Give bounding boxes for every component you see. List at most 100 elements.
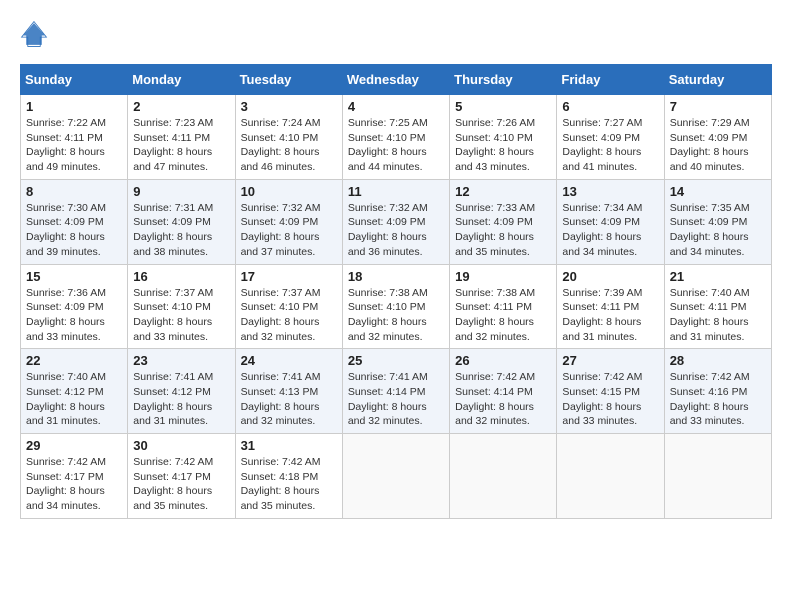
calendar-cell: 20 Sunrise: 7:39 AMSunset: 4:11 PMDaylig… (557, 264, 664, 349)
day-number: 21 (670, 269, 766, 284)
cell-info: Sunrise: 7:41 AMSunset: 4:14 PMDaylight:… (348, 371, 428, 427)
calendar-cell: 15 Sunrise: 7:36 AMSunset: 4:09 PMDaylig… (21, 264, 128, 349)
day-header-tuesday: Tuesday (235, 65, 342, 95)
day-number: 11 (348, 184, 444, 199)
week-row-5: 29 Sunrise: 7:42 AMSunset: 4:17 PMDaylig… (21, 434, 772, 519)
calendar-cell: 27 Sunrise: 7:42 AMSunset: 4:15 PMDaylig… (557, 349, 664, 434)
day-number: 1 (26, 99, 122, 114)
day-number: 8 (26, 184, 122, 199)
week-row-1: 1 Sunrise: 7:22 AMSunset: 4:11 PMDayligh… (21, 95, 772, 180)
page-header (20, 20, 772, 48)
day-number: 16 (133, 269, 229, 284)
calendar-cell: 23 Sunrise: 7:41 AMSunset: 4:12 PMDaylig… (128, 349, 235, 434)
calendar-cell: 17 Sunrise: 7:37 AMSunset: 4:10 PMDaylig… (235, 264, 342, 349)
cell-info: Sunrise: 7:42 AMSunset: 4:16 PMDaylight:… (670, 371, 750, 427)
week-row-2: 8 Sunrise: 7:30 AMSunset: 4:09 PMDayligh… (21, 179, 772, 264)
calendar-cell: 1 Sunrise: 7:22 AMSunset: 4:11 PMDayligh… (21, 95, 128, 180)
cell-info: Sunrise: 7:42 AMSunset: 4:18 PMDaylight:… (241, 456, 321, 512)
calendar-cell (450, 434, 557, 519)
calendar-cell (664, 434, 771, 519)
calendar-cell: 30 Sunrise: 7:42 AMSunset: 4:17 PMDaylig… (128, 434, 235, 519)
cell-info: Sunrise: 7:24 AMSunset: 4:10 PMDaylight:… (241, 117, 321, 173)
calendar-cell: 7 Sunrise: 7:29 AMSunset: 4:09 PMDayligh… (664, 95, 771, 180)
day-number: 18 (348, 269, 444, 284)
cell-info: Sunrise: 7:23 AMSunset: 4:11 PMDaylight:… (133, 117, 213, 173)
day-number: 27 (562, 353, 658, 368)
cell-info: Sunrise: 7:42 AMSunset: 4:15 PMDaylight:… (562, 371, 642, 427)
cell-info: Sunrise: 7:25 AMSunset: 4:10 PMDaylight:… (348, 117, 428, 173)
day-number: 6 (562, 99, 658, 114)
calendar-cell: 26 Sunrise: 7:42 AMSunset: 4:14 PMDaylig… (450, 349, 557, 434)
cell-info: Sunrise: 7:22 AMSunset: 4:11 PMDaylight:… (26, 117, 106, 173)
cell-info: Sunrise: 7:35 AMSunset: 4:09 PMDaylight:… (670, 202, 750, 258)
calendar-cell: 19 Sunrise: 7:38 AMSunset: 4:11 PMDaylig… (450, 264, 557, 349)
day-number: 9 (133, 184, 229, 199)
calendar-cell: 25 Sunrise: 7:41 AMSunset: 4:14 PMDaylig… (342, 349, 449, 434)
cell-info: Sunrise: 7:38 AMSunset: 4:11 PMDaylight:… (455, 287, 535, 343)
cell-info: Sunrise: 7:42 AMSunset: 4:17 PMDaylight:… (26, 456, 106, 512)
day-number: 19 (455, 269, 551, 284)
day-number: 4 (348, 99, 444, 114)
day-number: 24 (241, 353, 337, 368)
day-header-monday: Monday (128, 65, 235, 95)
calendar-table: SundayMondayTuesdayWednesdayThursdayFrid… (20, 64, 772, 519)
logo-icon (20, 20, 48, 48)
cell-info: Sunrise: 7:40 AMSunset: 4:12 PMDaylight:… (26, 371, 106, 427)
calendar-cell: 12 Sunrise: 7:33 AMSunset: 4:09 PMDaylig… (450, 179, 557, 264)
day-number: 28 (670, 353, 766, 368)
calendar-cell: 24 Sunrise: 7:41 AMSunset: 4:13 PMDaylig… (235, 349, 342, 434)
calendar-cell: 10 Sunrise: 7:32 AMSunset: 4:09 PMDaylig… (235, 179, 342, 264)
day-number: 13 (562, 184, 658, 199)
day-number: 7 (670, 99, 766, 114)
day-number: 17 (241, 269, 337, 284)
calendar-cell: 11 Sunrise: 7:32 AMSunset: 4:09 PMDaylig… (342, 179, 449, 264)
cell-info: Sunrise: 7:32 AMSunset: 4:09 PMDaylight:… (241, 202, 321, 258)
day-number: 30 (133, 438, 229, 453)
week-row-4: 22 Sunrise: 7:40 AMSunset: 4:12 PMDaylig… (21, 349, 772, 434)
calendar-cell: 13 Sunrise: 7:34 AMSunset: 4:09 PMDaylig… (557, 179, 664, 264)
week-row-3: 15 Sunrise: 7:36 AMSunset: 4:09 PMDaylig… (21, 264, 772, 349)
day-number: 22 (26, 353, 122, 368)
day-header-thursday: Thursday (450, 65, 557, 95)
calendar-cell: 18 Sunrise: 7:38 AMSunset: 4:10 PMDaylig… (342, 264, 449, 349)
day-number: 29 (26, 438, 122, 453)
day-number: 25 (348, 353, 444, 368)
cell-info: Sunrise: 7:37 AMSunset: 4:10 PMDaylight:… (241, 287, 321, 343)
calendar-cell: 8 Sunrise: 7:30 AMSunset: 4:09 PMDayligh… (21, 179, 128, 264)
calendar-cell: 21 Sunrise: 7:40 AMSunset: 4:11 PMDaylig… (664, 264, 771, 349)
cell-info: Sunrise: 7:33 AMSunset: 4:09 PMDaylight:… (455, 202, 535, 258)
calendar-cell (342, 434, 449, 519)
day-headers-row: SundayMondayTuesdayWednesdayThursdayFrid… (21, 65, 772, 95)
cell-info: Sunrise: 7:29 AMSunset: 4:09 PMDaylight:… (670, 117, 750, 173)
logo (20, 20, 52, 48)
cell-info: Sunrise: 7:34 AMSunset: 4:09 PMDaylight:… (562, 202, 642, 258)
cell-info: Sunrise: 7:30 AMSunset: 4:09 PMDaylight:… (26, 202, 106, 258)
cell-info: Sunrise: 7:42 AMSunset: 4:17 PMDaylight:… (133, 456, 213, 512)
day-header-saturday: Saturday (664, 65, 771, 95)
day-header-friday: Friday (557, 65, 664, 95)
cell-info: Sunrise: 7:42 AMSunset: 4:14 PMDaylight:… (455, 371, 535, 427)
day-number: 5 (455, 99, 551, 114)
cell-info: Sunrise: 7:36 AMSunset: 4:09 PMDaylight:… (26, 287, 106, 343)
cell-info: Sunrise: 7:41 AMSunset: 4:12 PMDaylight:… (133, 371, 213, 427)
calendar-cell: 16 Sunrise: 7:37 AMSunset: 4:10 PMDaylig… (128, 264, 235, 349)
calendar-cell: 4 Sunrise: 7:25 AMSunset: 4:10 PMDayligh… (342, 95, 449, 180)
cell-info: Sunrise: 7:38 AMSunset: 4:10 PMDaylight:… (348, 287, 428, 343)
cell-info: Sunrise: 7:26 AMSunset: 4:10 PMDaylight:… (455, 117, 535, 173)
calendar-cell: 9 Sunrise: 7:31 AMSunset: 4:09 PMDayligh… (128, 179, 235, 264)
calendar-cell: 2 Sunrise: 7:23 AMSunset: 4:11 PMDayligh… (128, 95, 235, 180)
calendar-cell: 28 Sunrise: 7:42 AMSunset: 4:16 PMDaylig… (664, 349, 771, 434)
cell-info: Sunrise: 7:41 AMSunset: 4:13 PMDaylight:… (241, 371, 321, 427)
calendar-cell: 14 Sunrise: 7:35 AMSunset: 4:09 PMDaylig… (664, 179, 771, 264)
day-number: 10 (241, 184, 337, 199)
cell-info: Sunrise: 7:39 AMSunset: 4:11 PMDaylight:… (562, 287, 642, 343)
day-number: 2 (133, 99, 229, 114)
calendar-cell: 5 Sunrise: 7:26 AMSunset: 4:10 PMDayligh… (450, 95, 557, 180)
day-header-wednesday: Wednesday (342, 65, 449, 95)
day-number: 14 (670, 184, 766, 199)
calendar-cell: 31 Sunrise: 7:42 AMSunset: 4:18 PMDaylig… (235, 434, 342, 519)
cell-info: Sunrise: 7:37 AMSunset: 4:10 PMDaylight:… (133, 287, 213, 343)
cell-info: Sunrise: 7:40 AMSunset: 4:11 PMDaylight:… (670, 287, 750, 343)
calendar-cell: 6 Sunrise: 7:27 AMSunset: 4:09 PMDayligh… (557, 95, 664, 180)
calendar-cell: 3 Sunrise: 7:24 AMSunset: 4:10 PMDayligh… (235, 95, 342, 180)
